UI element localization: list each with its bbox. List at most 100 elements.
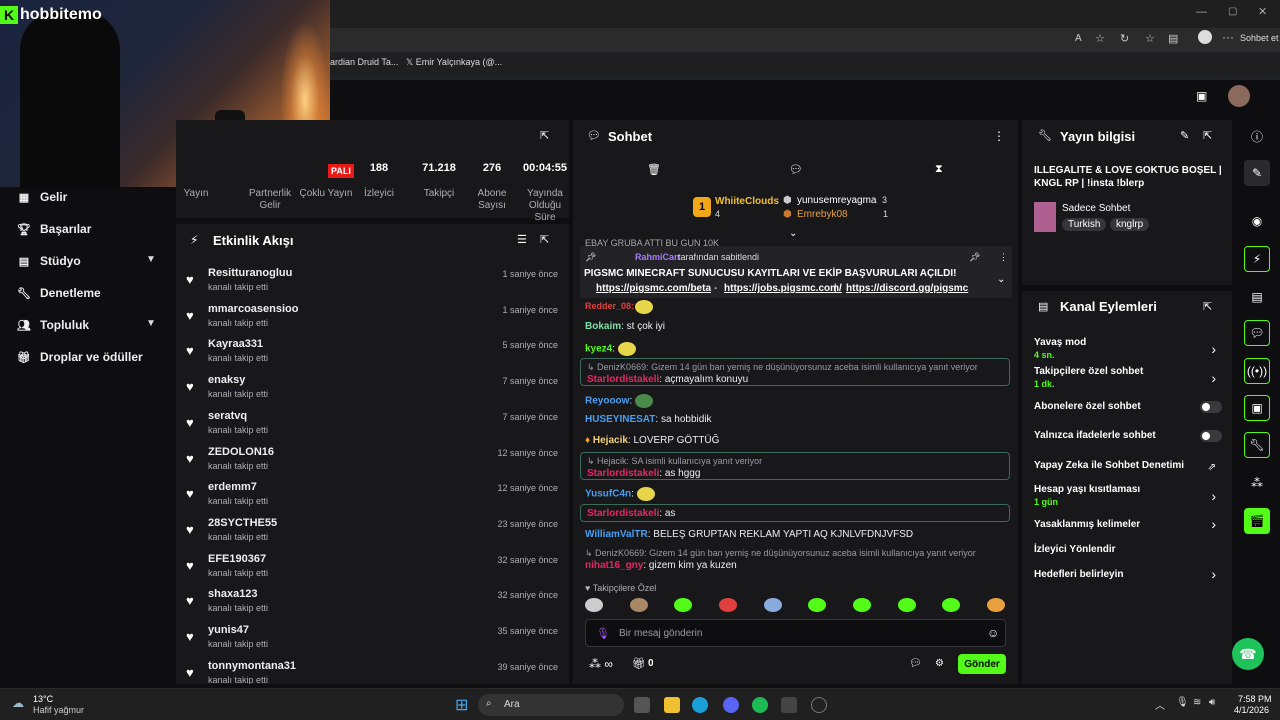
sidebar-item-denetleme[interactable]: 🔧︎ Denetleme [17, 286, 101, 300]
event-username[interactable]: tonnymontana31 [208, 660, 296, 672]
maximize-icon[interactable]: ▢ [1228, 6, 1237, 17]
subscribers-only-toggle[interactable] [1200, 401, 1222, 413]
discord-icon[interactable] [723, 697, 739, 713]
event-username[interactable]: yunis47 [208, 624, 249, 636]
event-username[interactable]: Resitturanogluu [208, 267, 292, 279]
read-aloud-icon[interactable]: A [1075, 33, 1082, 44]
more-vertical-icon[interactable]: ⋮ [999, 252, 1008, 263]
windows-start-icon[interactable]: ⊞ [455, 695, 468, 715]
pinned-message[interactable]: 📌︎ RahmiCan tarafından sabitlendi 📌︎ ⋮ P… [580, 246, 1012, 298]
event-username[interactable]: Kayraa331 [208, 338, 263, 350]
event-username[interactable]: 28SYCTHE55 [208, 517, 277, 529]
favorites-icon[interactable]: ☆ [1145, 32, 1155, 45]
emote-icon[interactable] [942, 598, 961, 612]
event-username[interactable]: erdemm7 [208, 481, 257, 493]
action-followers-only[interactable]: Takipçilere özel sohbet 1 dk. › [1034, 366, 1222, 389]
gift-icon[interactable]: 🎁︎ [632, 657, 646, 670]
bookmark-item[interactable]: ardian Druid Ta... [330, 57, 398, 67]
action-goals[interactable]: Hedefleri belirleyin › [1034, 566, 1222, 582]
action-raid[interactable]: İzleyici Yönlendir [1034, 544, 1222, 555]
hourglass-icon[interactable]: ⧗ [935, 163, 943, 176]
terminal-icon[interactable] [781, 697, 797, 713]
chat-input[interactable]: 🎙︎ Bir mesaj gönderin ☺ [585, 619, 1006, 647]
chevron-down-icon[interactable]: ▼ [146, 318, 156, 329]
avatar[interactable] [1228, 85, 1250, 107]
copilot-label[interactable]: Sohbet et [1240, 33, 1279, 43]
trash-icon[interactable]: 🗑︎ [647, 163, 661, 176]
clapper-icon[interactable]: 🎬︎ [1244, 508, 1270, 534]
action-banned-words[interactable]: Yasaklanmış kelimeler › [1034, 516, 1222, 532]
popout-icon[interactable]: ⇱ [1203, 300, 1212, 313]
emote-icon[interactable] [986, 598, 1005, 612]
chevron-down-icon[interactable]: ▼ [146, 254, 156, 265]
chevron-down-icon[interactable]: ⌄ [789, 228, 797, 239]
chevron-down-icon[interactable]: ⌄ [997, 274, 1005, 285]
pinned-link[interactable]: https://pigsmc.com/beta [596, 283, 711, 294]
close-icon[interactable]: ✕ [1258, 5, 1267, 18]
edge-icon[interactable] [692, 697, 708, 713]
inbox-icon[interactable]: ▣ [1196, 89, 1207, 103]
microphone-icon[interactable]: 🎙︎ [596, 627, 610, 640]
dots-icon[interactable]: ⁂ [1244, 470, 1270, 496]
minimize-icon[interactable]: — [1196, 6, 1207, 18]
sidebar-item-droplar[interactable]: 🎁︎ Droplar ve ödüller [17, 350, 143, 364]
volume-icon[interactable]: 🔊︎ [1209, 697, 1215, 708]
event-username[interactable]: EFE190367 [208, 553, 266, 565]
spotify-icon[interactable] [752, 697, 768, 713]
pinned-link[interactable]: https://discord.gg/pigsmc [846, 283, 968, 294]
profile-avatar-icon[interactable] [1198, 30, 1212, 44]
emote-icon[interactable] [852, 598, 871, 612]
emote-icon[interactable] [629, 598, 648, 612]
tray-chevron-icon[interactable]: ︿ [1155, 697, 1165, 712]
emote-icon[interactable] [808, 598, 827, 612]
camera-icon[interactable]: ◉ [1244, 208, 1270, 234]
address-bar[interactable]: A ☆ ↻ ☆ ▤ ··· Sohbet et [330, 28, 1280, 52]
support-icon[interactable]: ☎ [1232, 638, 1264, 670]
sidebar-item-studyo[interactable]: ▤ Stüdyo [18, 254, 81, 268]
emote-icon[interactable] [897, 598, 916, 612]
action-ai-moderation[interactable]: Yapay Zeka ile Sohbet Denetimi ⇗ [1034, 460, 1222, 473]
edit-icon[interactable]: ✎ [1180, 129, 1189, 142]
collections-icon[interactable]: ▤ [1168, 32, 1178, 45]
document-icon[interactable]: ▤ [1244, 284, 1270, 310]
emote-only-toggle[interactable] [1200, 430, 1222, 442]
info-icon[interactable]: ⓘ [1244, 123, 1270, 149]
bolt-icon[interactable]: ⚡︎ [1244, 246, 1270, 272]
emote-icon[interactable] [674, 598, 693, 612]
obs-icon[interactable] [811, 697, 827, 713]
clock-date[interactable]: 4/1/2026 [1234, 705, 1269, 715]
sidebar-item-topluluk[interactable]: 👥︎ Topluluk [17, 318, 89, 332]
pinned-link[interactable]: https://jobs.pigsmc.com/ [724, 283, 842, 294]
chat-bubble-icon[interactable]: 💬︎ [789, 163, 803, 176]
actions-icon[interactable]: ▣ [1244, 395, 1270, 421]
task-view-icon[interactable] [634, 697, 650, 713]
popout-icon[interactable]: ⇱ [540, 233, 549, 246]
popout-icon[interactable]: ⇱ [1203, 129, 1212, 142]
event-username[interactable]: mmarcoasensioo [208, 303, 298, 315]
more-icon[interactable]: ··· [1222, 30, 1234, 44]
pin-icon[interactable]: 📌︎ [969, 252, 980, 263]
bookmark-item[interactable]: 𝕏 Emir Yalçınkaya (@... [406, 57, 502, 68]
mic-icon[interactable]: 🎙︎ [1176, 697, 1189, 708]
more-vertical-icon[interactable]: ⋮ [993, 129, 1005, 143]
action-account-age[interactable]: Hesap yaşı kısıtlaması 1 gün › [1034, 484, 1222, 507]
wifi-icon[interactable]: ≋ [1193, 697, 1201, 708]
chat-users-icon[interactable]: 💬︎ [909, 658, 922, 669]
emote-icon[interactable] [718, 598, 737, 612]
edit-icon[interactable]: ✎ [1244, 160, 1270, 186]
send-button[interactable]: Gönder [958, 654, 1006, 674]
gear-icon[interactable]: ⚙ [935, 658, 944, 669]
event-username[interactable]: ZEDOLON16 [208, 446, 274, 458]
points-icon[interactable]: ⁂ ∞ [589, 657, 613, 671]
emote-icon[interactable] [585, 598, 603, 612]
event-username[interactable]: seratvq [208, 410, 247, 422]
emote-icon[interactable] [763, 598, 782, 612]
favorite-star-icon[interactable]: ☆ [1095, 32, 1105, 45]
event-username[interactable]: shaxa123 [208, 588, 258, 600]
file-explorer-icon[interactable] [664, 697, 680, 713]
emoji-icon[interactable]: ☺ [987, 626, 999, 640]
filter-icon[interactable]: ☰ [517, 233, 527, 246]
weather-desc[interactable]: Hafif yağmur [33, 705, 84, 715]
chat-icon[interactable]: 💬︎ [1244, 320, 1270, 346]
taskbar-search[interactable]: ⌕ Ara [478, 694, 624, 716]
